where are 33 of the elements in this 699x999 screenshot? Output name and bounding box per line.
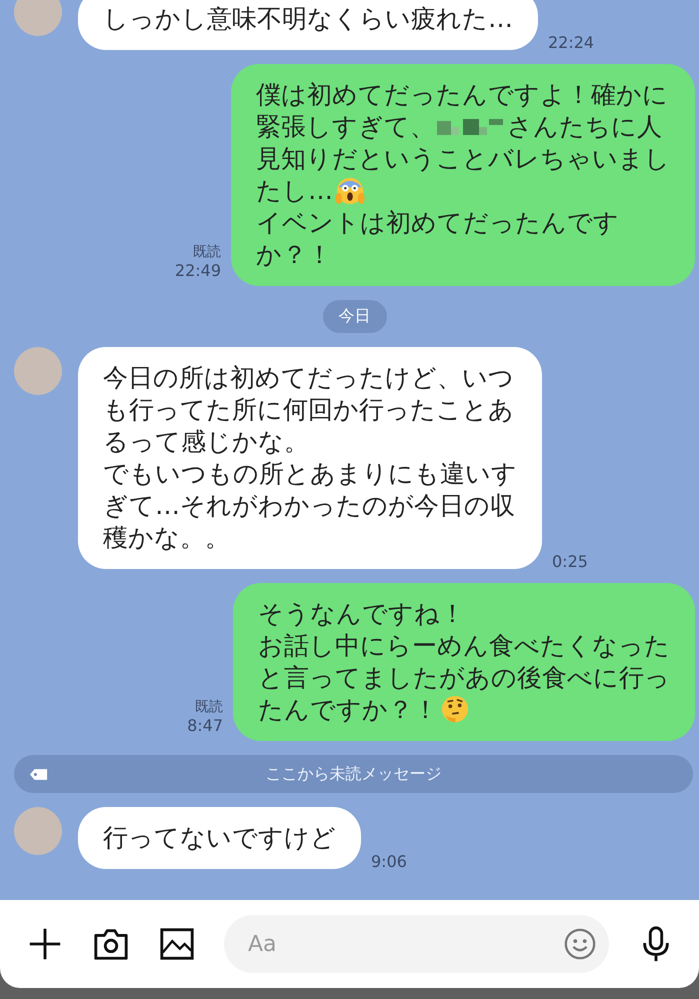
message-text: ぎて…それがわかったのが今日の収	[103, 490, 515, 522]
message-text: か？！	[256, 239, 332, 271]
screaming-face-icon	[335, 176, 365, 206]
message-text: でもいつもの所とあまりにも違いす	[103, 458, 517, 490]
message-text: さんたちに人	[507, 111, 662, 143]
unread-label: ここから未読メッセージ	[266, 764, 442, 784]
message-text: たんですか？！	[258, 694, 438, 726]
message-text: 見知りだということバレちゃいまし	[256, 143, 670, 175]
message-text: 穫かな。。	[103, 522, 230, 554]
message-time: 8:47	[187, 716, 223, 735]
message-text: も行ってた所に何回か行ったことあ	[103, 394, 514, 426]
read-receipt: 既読	[195, 698, 223, 716]
message-time: 22:24	[548, 33, 594, 52]
thinking-face-icon	[440, 695, 470, 725]
message-time: 0:25	[552, 552, 588, 571]
message-text: しっかし意味不明なくらい疲れた…	[103, 3, 513, 35]
date-separator: 今日	[322, 300, 386, 333]
read-receipt: 既読	[193, 243, 221, 261]
message-input-field[interactable]: Aa	[224, 915, 609, 973]
message-text: と言ってましたがあの後食べに行っ	[258, 662, 670, 694]
message-text: 行ってないですけど	[103, 822, 336, 854]
tag-icon	[30, 768, 48, 780]
message-text: 僕は初めてだったんですよ！確かに	[256, 79, 668, 111]
message-text: イベントは初めてだったんです	[256, 207, 619, 239]
message-text: 今日の所は初めてだったけど、いつ	[103, 362, 514, 394]
message-text: たし…	[256, 175, 333, 207]
message-time: 22:49	[174, 261, 221, 280]
message-time: 9:06	[371, 852, 407, 871]
message-text: るって感じかな。	[103, 426, 309, 458]
smiley-icon[interactable]	[563, 927, 597, 961]
message-text: そうなんですね！	[258, 598, 465, 630]
message-text: お話し中にらーめん食べたくなった	[258, 630, 670, 662]
message-text: 緊張しすぎて、	[256, 111, 435, 143]
